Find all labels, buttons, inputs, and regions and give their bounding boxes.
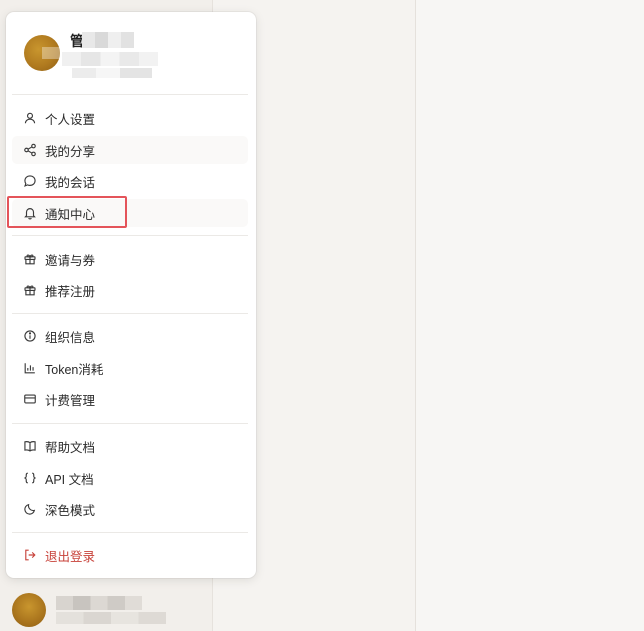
menu-item-label: 退出登录: [45, 549, 96, 564]
sidebar-user-footer[interactable]: [12, 592, 212, 628]
gift-icon: [23, 252, 37, 266]
gift-icon: [23, 283, 37, 297]
menu-item-help-docs[interactable]: 帮助文档: [12, 432, 248, 460]
menu-divider: [12, 423, 248, 424]
menu-item-label: 帮助文档: [45, 440, 96, 455]
menu-item-logout[interactable]: 退出登录: [12, 541, 248, 569]
menu-divider: [12, 313, 248, 314]
avatar: [24, 35, 60, 71]
info-icon: [23, 329, 37, 343]
bar-chart-icon: [23, 361, 37, 375]
menu-item-billing[interactable]: 计费管理: [12, 385, 248, 413]
menu-item-label: 深色模式: [45, 503, 96, 518]
menu-item-label: 我的分享: [45, 144, 96, 159]
menu-item-referral[interactable]: 推荐注册: [12, 276, 248, 304]
redacted-name: [82, 32, 134, 48]
avatar: [12, 593, 46, 627]
redacted-name: [56, 596, 142, 610]
menu-item-api-docs[interactable]: API 文档: [12, 464, 248, 492]
menu-item-label: 邀请与券: [45, 253, 96, 268]
menu-item-label: 计费管理: [45, 393, 96, 408]
menu-divider: [12, 532, 248, 533]
share-icon: [23, 143, 37, 157]
redacted-email: [62, 52, 158, 66]
menu-item-label: 个人设置: [45, 112, 96, 127]
highlight-box: [7, 196, 127, 228]
redacted-detail: [72, 68, 152, 78]
chat-bubble-icon: [23, 174, 37, 188]
book-icon: [23, 439, 37, 453]
user-menu-popover: 管 个人设置 我的分享 我的会话 通知中心 邀请与券 推荐注册 组织信息 Tok…: [6, 12, 256, 578]
menu-divider: [12, 94, 248, 95]
menu-item-invites-coupons[interactable]: 邀请与券: [12, 245, 248, 273]
menu-item-my-shares[interactable]: 我的分享: [12, 136, 248, 164]
menu-item-label: API 文档: [45, 472, 94, 487]
menu-item-my-sessions[interactable]: 我的会话: [12, 167, 248, 195]
menu-divider: [12, 235, 248, 236]
credit-card-icon: [23, 392, 37, 406]
menu-item-label: Token消耗: [45, 362, 104, 377]
profile-header: 管: [6, 12, 256, 94]
menu-item-token-usage[interactable]: Token消耗: [12, 354, 248, 382]
braces-icon: [23, 471, 37, 485]
menu-item-personal-settings[interactable]: 个人设置: [12, 104, 248, 132]
user-icon: [23, 111, 37, 125]
logout-icon: [23, 548, 37, 562]
main-pane: [416, 0, 644, 631]
menu-item-label: 组织信息: [45, 330, 96, 345]
menu-item-label: 我的会话: [45, 175, 96, 190]
menu-item-label: 推荐注册: [45, 284, 96, 299]
moon-icon: [23, 502, 37, 516]
redacted-email: [56, 612, 166, 624]
menu-item-org-info[interactable]: 组织信息: [12, 322, 248, 350]
menu-item-dark-mode[interactable]: 深色模式: [12, 495, 248, 523]
